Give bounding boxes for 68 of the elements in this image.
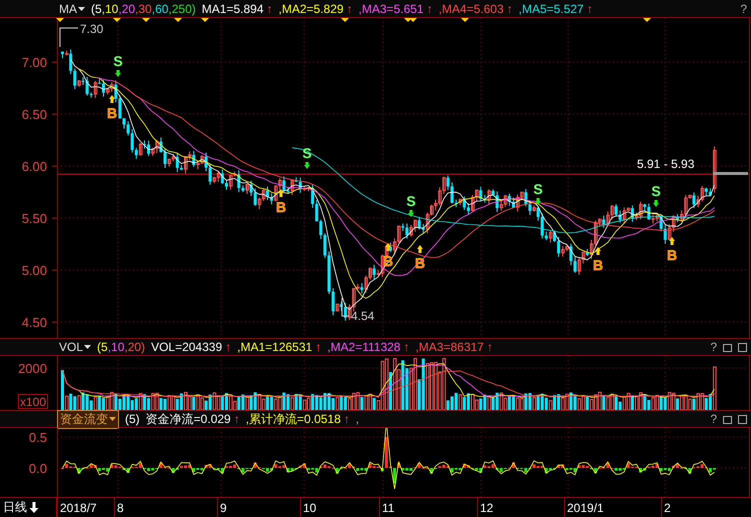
low-price-label: 4.54	[351, 309, 374, 323]
date-label: 8	[117, 501, 124, 515]
price-axis-label: 4.50	[22, 315, 47, 330]
help-button[interactable]: ?	[710, 412, 717, 426]
indicator-param: ,10	[108, 340, 124, 354]
indicator-value: MA1=5.894	[202, 2, 264, 16]
trend-arrow: ↑	[506, 2, 513, 16]
trend-arrow: ↑	[346, 2, 353, 16]
date-label: 9	[220, 501, 227, 515]
buy-signal: B	[592, 257, 604, 273]
separator-text: ,	[356, 412, 360, 426]
indicator-param: ,20	[118, 2, 136, 16]
indicator-param: ,10	[102, 2, 118, 16]
indicator-selector[interactable]: VOL	[59, 340, 92, 354]
sell-signal: S	[651, 183, 661, 199]
high-price-label: 7.30	[80, 22, 104, 36]
indicator-param: (5	[91, 2, 102, 16]
indicator-value: 资金净流=0.029	[146, 410, 231, 428]
trend-arrow: ↑	[225, 340, 232, 354]
date-label: 2	[664, 501, 671, 515]
trend-arrow: ↑	[344, 412, 350, 426]
trend-arrow: ↑	[486, 340, 493, 354]
indicator-param: ,60	[152, 2, 168, 16]
sell-signal: S	[113, 53, 123, 69]
date-label: 10	[303, 501, 316, 515]
indicator-value: ,累计净流=0.0518	[246, 410, 341, 428]
price-axis-label: 6.50	[22, 107, 47, 122]
date-label: 2019/1	[567, 501, 604, 515]
sell-signal: S	[533, 181, 543, 197]
indicator-param: (5	[97, 340, 108, 354]
trend-arrow: ↑	[586, 2, 593, 16]
indicator-value: ,MA2=5.829	[278, 2, 344, 16]
indicator-param: ,20)	[124, 340, 146, 354]
price-axis-label: 7.00	[22, 55, 47, 70]
trend-arrow: ↑	[403, 340, 410, 354]
sell-signal: S	[406, 193, 416, 209]
indicator-value: ,MA2=111328	[327, 340, 400, 354]
help-button[interactable]: ?	[740, 2, 747, 16]
price-axis-label: 6.00	[22, 159, 47, 174]
trend-arrow: ↑	[426, 2, 433, 16]
trend-arrow: ↑	[315, 340, 322, 354]
indicator-param: (5)	[125, 412, 140, 426]
indicator-value: ,MA4=5.603	[438, 2, 504, 16]
indicator-value: ,MA1=126531	[237, 340, 312, 354]
trend-arrow: ↑	[266, 2, 272, 16]
trend-arrow: ↑	[234, 412, 240, 426]
flow-axis-label: 0.5	[28, 430, 47, 445]
indicator-value: VOL=204339	[151, 340, 222, 354]
price-axis-label: 5.50	[22, 211, 47, 226]
price-range-label: 5.91 - 5.93	[637, 157, 694, 171]
flow-axis-label: 0.0	[28, 461, 47, 476]
help-button[interactable]: ?	[710, 340, 717, 354]
indicator-param: ,30	[135, 2, 152, 16]
indicator-value: ,MA3=5.651	[358, 2, 424, 16]
date-label: 12	[480, 501, 494, 515]
date-label: 2018/7	[60, 501, 97, 515]
volume-unit-label: x100	[18, 394, 48, 409]
buy-signal: B	[666, 247, 678, 263]
indicator-selector[interactable]: MA	[59, 2, 85, 16]
indicator-value: ,MA3=86317	[415, 340, 484, 354]
volume-axis-label: 2000	[18, 361, 47, 376]
buy-signal: B	[106, 105, 118, 121]
date-label: 11	[382, 501, 394, 515]
indicator-value: ,MA5=5.527	[518, 2, 584, 16]
buy-signal: B	[276, 199, 286, 215]
indicator-selector[interactable]: 资金流变	[57, 410, 119, 428]
price-axis-label: 5.00	[22, 263, 47, 278]
indicator-param: ,250)	[168, 2, 196, 16]
